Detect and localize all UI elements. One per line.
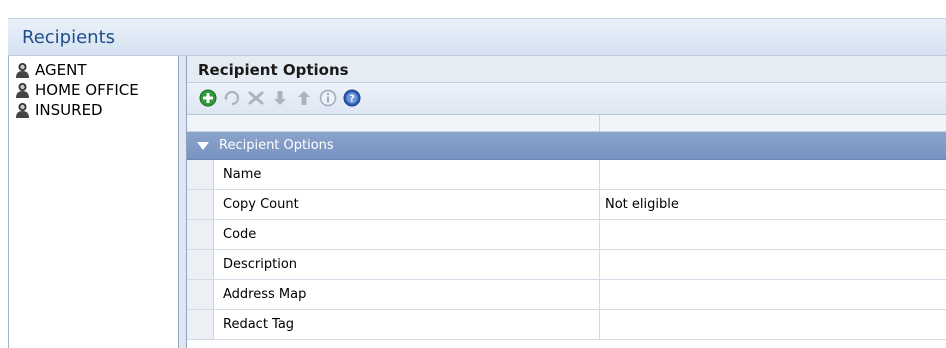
property-row-copy-count[interactable]: Copy Count Not eligible (187, 190, 946, 220)
recipient-list: AGENT HOME OFFICE INSURED (9, 56, 179, 348)
column-divider (599, 280, 600, 309)
column-divider (599, 160, 600, 189)
svg-text:?: ? (349, 94, 355, 105)
recipients-frame: AGENT HOME OFFICE INSURED Recipient Opti… (8, 56, 946, 348)
recipient-label: AGENT (35, 61, 87, 79)
options-title: Recipient Options (198, 61, 349, 79)
options-header: Recipient Options (187, 56, 946, 83)
grid-header (187, 115, 946, 132)
recipients-panel-header: Recipients (8, 18, 946, 56)
delete-icon[interactable] (247, 89, 265, 107)
refresh-icon[interactable] (223, 89, 241, 107)
recipient-item-insured[interactable]: INSURED (9, 100, 178, 120)
column-divider (599, 220, 600, 249)
property-name: Copy Count (223, 197, 299, 212)
help-icon[interactable]: ? (343, 89, 361, 107)
category-row-recipient-options[interactable]: Recipient Options (187, 132, 946, 160)
add-icon[interactable] (199, 89, 217, 107)
column-divider (599, 190, 600, 219)
row-gutter (187, 310, 214, 339)
row-gutter (187, 250, 214, 279)
recipient-options-pane: Recipient Options ? Recipient Options Na… (187, 56, 946, 348)
row-gutter (187, 220, 214, 249)
property-row-redact-tag[interactable]: Redact Tag (187, 310, 946, 340)
row-gutter (187, 160, 214, 189)
property-name: Code (223, 227, 257, 242)
info-icon[interactable] (319, 89, 337, 107)
property-row-code[interactable]: Code (187, 220, 946, 250)
person-icon (16, 83, 29, 98)
person-icon (16, 103, 29, 118)
person-icon (16, 63, 29, 78)
property-name: Name (223, 167, 262, 182)
property-name: Address Map (223, 287, 307, 302)
panel-title: Recipients (22, 27, 116, 48)
property-value[interactable]: Not eligible (605, 190, 679, 220)
recipient-item-home-office[interactable]: HOME OFFICE (9, 80, 178, 100)
move-down-icon[interactable] (271, 89, 289, 107)
property-grid: Recipient Options Name Copy Count Not el… (187, 115, 946, 340)
top-strip (0, 0, 946, 18)
property-row-address-map[interactable]: Address Map (187, 280, 946, 310)
move-up-icon[interactable] (295, 89, 313, 107)
options-toolbar: ? (187, 83, 946, 115)
row-gutter (187, 280, 214, 309)
column-divider (599, 250, 600, 279)
row-gutter (187, 190, 214, 219)
property-row-name[interactable]: Name (187, 160, 946, 190)
property-row-description[interactable]: Description (187, 250, 946, 280)
recipient-item-agent[interactable]: AGENT (9, 60, 178, 80)
property-name: Description (223, 257, 298, 272)
collapse-icon[interactable] (197, 140, 209, 152)
category-label: Recipient Options (219, 138, 334, 153)
column-divider (599, 310, 600, 339)
pane-splitter[interactable] (179, 56, 187, 348)
recipient-label: INSURED (35, 101, 103, 119)
property-name: Redact Tag (223, 317, 295, 332)
recipient-label: HOME OFFICE (35, 81, 139, 99)
column-divider[interactable] (599, 115, 600, 131)
